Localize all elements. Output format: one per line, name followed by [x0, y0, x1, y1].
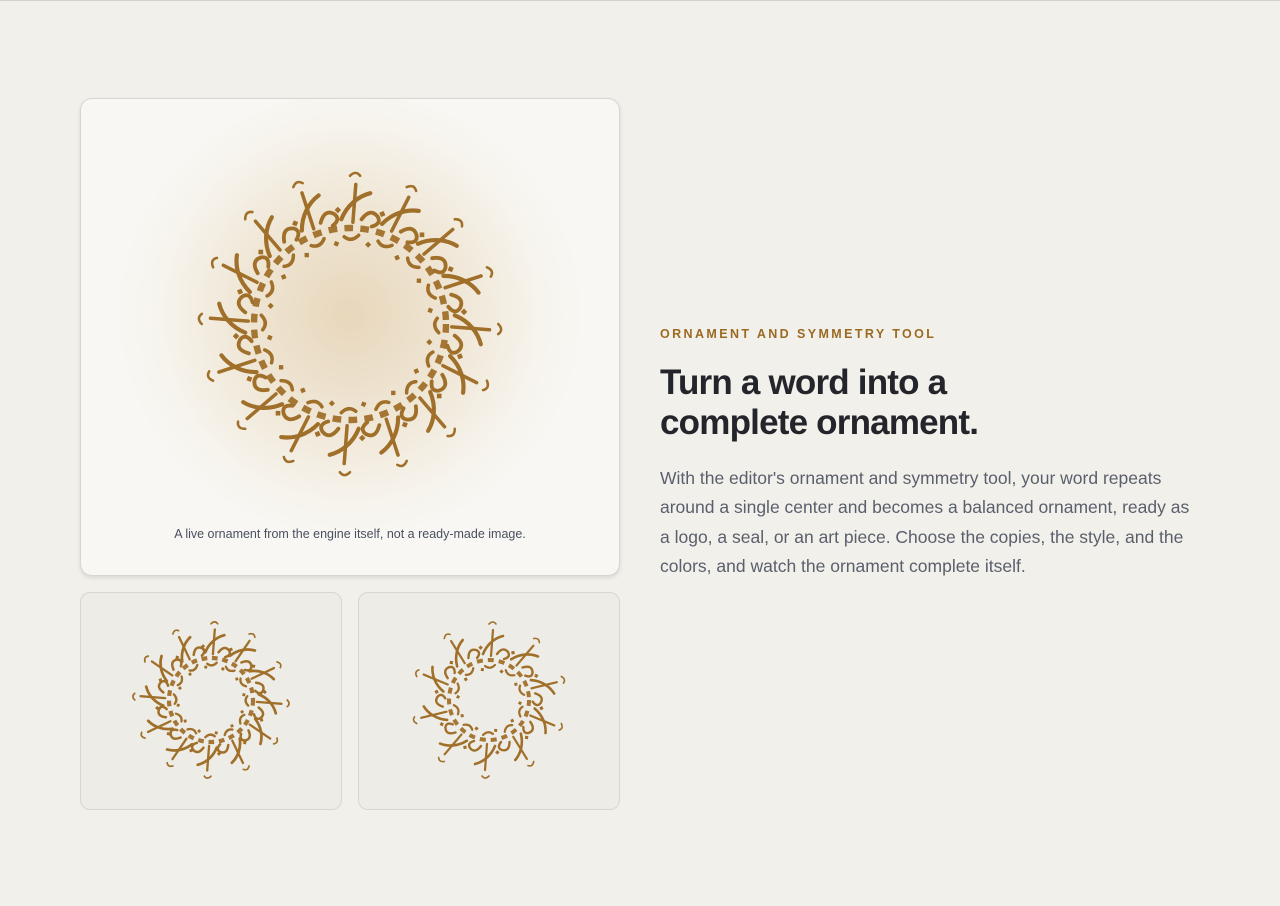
ornament-thumbnail-1[interactable]	[80, 592, 342, 810]
top-divider	[0, 0, 1280, 1]
headline-line-1: Turn a word into a	[660, 363, 947, 402]
ornament-thumbnail-2[interactable]	[358, 592, 620, 810]
preview-caption: A live ornament from the engine itself, …	[174, 527, 526, 541]
feature-eyebrow: ORNAMENT AND SYMMETRY TOOL	[660, 327, 937, 341]
feature-headline: Turn a word into a complete ornament.	[660, 363, 1180, 443]
ornament-thumb-2	[412, 621, 566, 779]
feature-description: With the editor's ornament and symmetry …	[660, 468, 1190, 576]
headline-line-2: complete ornament.	[660, 403, 979, 442]
ornament-thumb-1	[132, 621, 290, 779]
ornament-preview-card: A live ornament from the engine itself, …	[80, 98, 620, 576]
ornament-main	[197, 171, 503, 477]
